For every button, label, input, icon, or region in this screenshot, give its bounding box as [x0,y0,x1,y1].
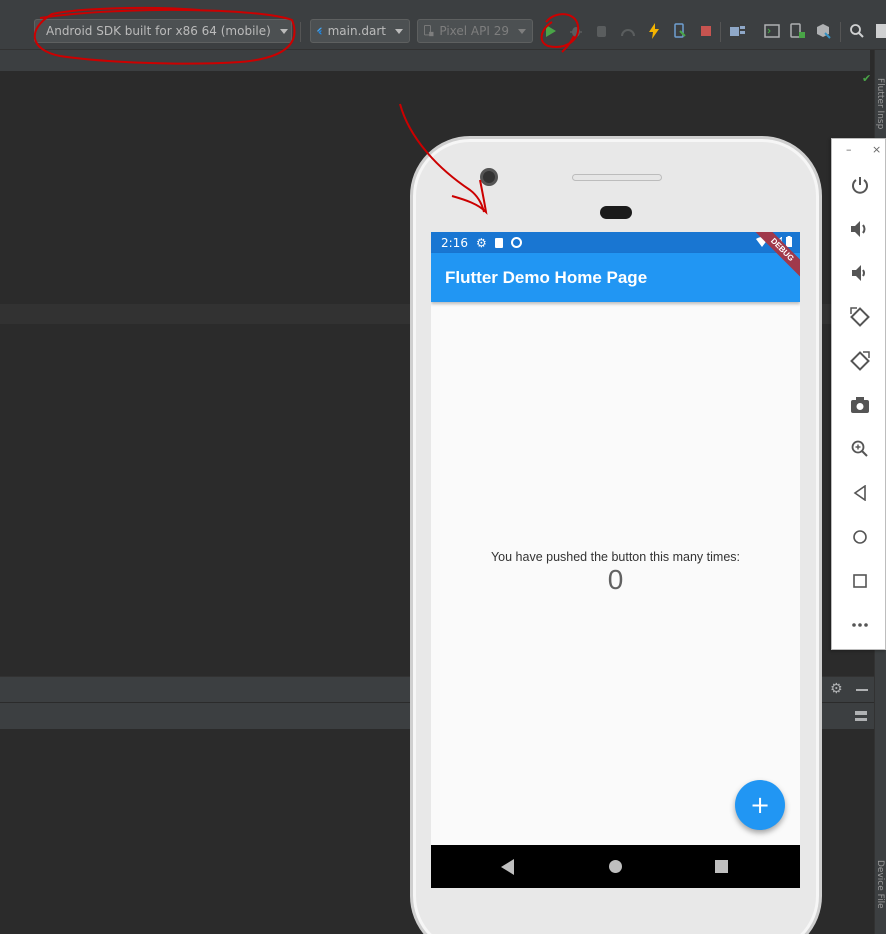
status-time: 2:16 [441,235,468,250]
increment-fab[interactable]: + [735,780,785,830]
emulator-selector-dropdown[interactable]: Pixel API 29 [417,19,533,43]
app-bar: Flutter Demo Home Page [431,253,800,302]
chevron-down-icon [395,28,403,34]
chevron-down-icon [518,28,526,34]
gear-icon[interactable]: ⚙ [830,681,843,697]
more-icon[interactable] [849,614,871,636]
counter-label: You have pushed the button this many tim… [490,550,740,564]
layout-icon[interactable] [855,711,867,721]
project-structure-icon[interactable] [730,22,746,40]
sync-icon [510,237,522,248]
emulator-screen[interactable]: 2:16 ⚙ Flutter Demo Home Page DEBUG You … [431,232,800,888]
chevron-down-icon [279,28,288,34]
apply-changes-icon[interactable] [672,22,688,40]
phone-sensor [600,206,632,219]
sd-card-icon [494,237,503,248]
rotate-right-icon[interactable] [849,350,871,372]
power-icon[interactable] [849,174,871,196]
counter-value: 0 [607,564,624,595]
nav-recents-icon[interactable] [715,860,728,873]
minimize-icon[interactable] [856,689,868,691]
battery-icon [786,236,792,247]
home-icon[interactable] [849,526,871,548]
profile-icon[interactable] [620,22,636,40]
device-selector-dropdown[interactable]: Android SDK built for x86 64 (mobile) [34,19,292,43]
plus-icon: + [749,791,771,819]
search-icon[interactable] [849,22,865,40]
run-config-label: main.dart [327,24,386,38]
app-bar-title: Flutter Demo Home Page [445,267,648,287]
window-top-strip [0,0,886,8]
flutter-inspector-tab[interactable]: Flutter Insp [875,78,885,129]
phone-speaker [572,174,662,181]
screenshot-camera-icon[interactable] [849,394,871,416]
run-icon[interactable] [543,22,559,40]
emulator-minimize-button[interactable]: – [846,143,852,156]
rotate-left-icon[interactable] [849,306,871,328]
device-file-explorer-tab[interactable]: Device File [875,860,885,909]
terminal-icon[interactable] [764,22,780,40]
android-nav-bar [431,845,800,888]
toolbar-separator [720,22,721,42]
stop-icon[interactable] [698,22,714,40]
nav-home-icon[interactable] [609,860,622,873]
debug-icon[interactable] [568,22,584,40]
editor-tab-bar [0,50,870,72]
zoom-icon[interactable] [849,438,871,460]
status-bar: 2:16 ⚙ [431,232,800,253]
emulator-close-button[interactable]: × [872,143,881,156]
volume-up-icon[interactable] [849,218,871,240]
attach-icon[interactable] [594,22,610,40]
check-icon: ✔ [862,72,872,85]
toolbar-separator [300,22,301,42]
device-selector-label: Android SDK built for x86 64 (mobile) [46,24,271,38]
emulator-selector-label: Pixel API 29 [439,24,509,38]
sdk-manager-icon[interactable] [815,22,831,40]
toolbar-separator [840,22,841,42]
settings-icon: ⚙ [475,235,487,250]
run-config-dropdown[interactable]: main.dart [310,19,410,43]
emulator-icon [424,24,434,37]
overview-icon[interactable] [849,570,871,592]
camera-icon [480,168,498,186]
device-manager-icon[interactable] [790,22,806,40]
nav-back-icon[interactable] [501,859,514,875]
emulator-controls-panel: – × [831,138,886,650]
hot-reload-icon[interactable] [646,22,662,40]
volume-down-icon[interactable] [849,262,871,284]
user-icon[interactable] [874,22,886,40]
back-icon[interactable] [849,482,871,504]
flutter-icon [317,27,323,35]
